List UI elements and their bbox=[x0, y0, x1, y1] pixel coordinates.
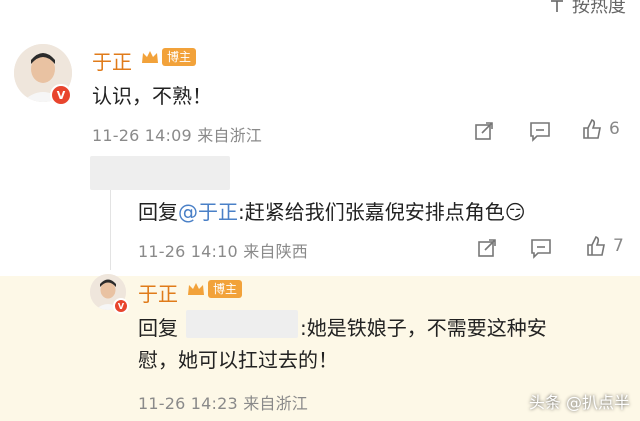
location: 来自浙江 bbox=[197, 126, 262, 145]
like-icon bbox=[587, 236, 605, 256]
share-icon[interactable] bbox=[476, 237, 498, 259]
masked-avatar-username bbox=[90, 156, 230, 190]
comment-meta: 11-26 14:09 来自浙江 bbox=[92, 122, 262, 146]
verified-icon: V bbox=[113, 298, 129, 314]
timestamp: 11-26 14:09 bbox=[92, 126, 192, 145]
masked-username bbox=[186, 310, 298, 338]
sort-icon bbox=[551, 0, 563, 12]
blogger-badge: 博主 bbox=[186, 280, 243, 298]
reply-text-line2: 慰，她可以扛过去的！ bbox=[138, 348, 338, 372]
share-icon[interactable] bbox=[473, 120, 495, 142]
emoji: 😏 bbox=[504, 200, 526, 224]
comment-meta: 11-26 14:10 来自陕西 bbox=[138, 238, 308, 262]
like-button[interactable]: 6 bbox=[581, 118, 620, 140]
like-button[interactable]: 7 bbox=[585, 235, 624, 257]
comment-text: 认识，不熟！ bbox=[92, 84, 212, 108]
username[interactable]: 于正 bbox=[138, 278, 178, 307]
like-icon bbox=[583, 119, 601, 139]
comment-meta: 11-26 14:23 来自浙江 bbox=[138, 390, 308, 414]
comment-icon[interactable] bbox=[530, 237, 552, 259]
sort-label: 按热度 bbox=[572, 0, 626, 17]
crown-icon bbox=[188, 283, 204, 295]
blogger-badge: 博主 bbox=[140, 48, 197, 66]
location: 来自陕西 bbox=[243, 242, 308, 261]
like-count: 6 bbox=[609, 119, 620, 139]
mention-link[interactable]: @于正 bbox=[178, 200, 238, 224]
like-count: 7 bbox=[613, 236, 624, 256]
reply-text-continued: :她是铁娘子，不需要这种安 bbox=[300, 316, 547, 340]
watermark: 头条 @扒点半 bbox=[528, 393, 630, 412]
sort-by-hot-control[interactable]: 按热度 bbox=[548, 0, 626, 18]
reply-text: 回复@于正:赶紧给我们张嘉倪安排点角色😏 bbox=[138, 200, 526, 224]
crown-icon bbox=[142, 51, 158, 63]
reply-text-line1: 回复 bbox=[138, 316, 178, 340]
timestamp: 11-26 14:23 bbox=[138, 394, 238, 413]
timestamp: 11-26 14:10 bbox=[138, 242, 238, 261]
verified-icon: V bbox=[50, 84, 72, 106]
username[interactable]: 于正 bbox=[92, 46, 132, 75]
location: 来自浙江 bbox=[243, 394, 308, 413]
comment-icon[interactable] bbox=[529, 120, 551, 142]
